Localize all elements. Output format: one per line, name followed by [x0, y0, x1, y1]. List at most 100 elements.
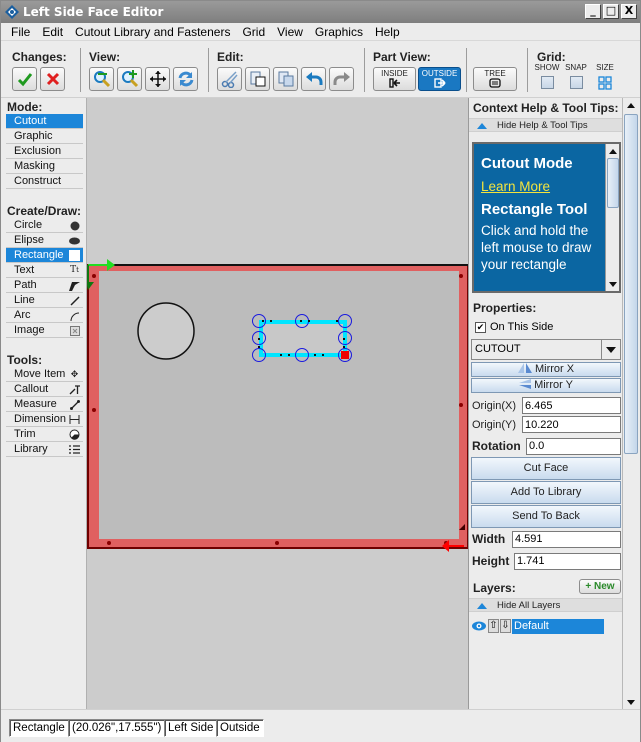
- new-layer-button[interactable]: + New: [579, 579, 621, 594]
- scroll-up-icon[interactable]: [623, 98, 639, 112]
- edit-label: Edit:: [217, 50, 244, 64]
- scroll-up-icon[interactable]: [606, 144, 619, 158]
- create-draw-title: Create/Draw:: [7, 204, 82, 218]
- draw-rectangle[interactable]: Rectangle: [6, 248, 83, 263]
- zoom-out-icon: [93, 71, 110, 88]
- add-to-library-button[interactable]: Add To Library: [471, 481, 621, 504]
- draw-image[interactable]: Image: [6, 323, 83, 338]
- draw-circle[interactable]: Circle: [6, 218, 83, 233]
- cutout-type-select[interactable]: CUTOUT: [471, 339, 621, 360]
- layer-up-button[interactable]: ⇧: [488, 619, 499, 633]
- enter-inside-icon: [388, 78, 400, 88]
- on-this-side-checkbox[interactable]: ✔: [475, 321, 486, 333]
- origin-x-input[interactable]: [522, 397, 621, 414]
- menu-edit[interactable]: Edit: [36, 23, 69, 40]
- tool-move-item[interactable]: Move Item ✥: [6, 367, 83, 382]
- layer-down-button[interactable]: ⇩: [500, 619, 511, 633]
- help-scrollbar[interactable]: [605, 144, 619, 291]
- draw-path[interactable]: Path: [6, 278, 83, 293]
- draw-arc[interactable]: Arc: [6, 308, 83, 323]
- minimize-button[interactable]: _: [585, 4, 601, 19]
- text-icon: Tt: [70, 265, 79, 275]
- draw-text[interactable]: Text Tt: [6, 263, 83, 278]
- tool-trim[interactable]: Trim: [6, 427, 83, 442]
- scroll-down-icon[interactable]: [623, 695, 639, 709]
- height-input[interactable]: [514, 552, 621, 570]
- menu-view[interactable]: View: [271, 23, 309, 40]
- help-tool-heading: Rectangle Tool: [481, 201, 588, 218]
- mode-masking[interactable]: Masking: [6, 159, 83, 174]
- mirror-x-button[interactable]: Mirror X: [471, 362, 621, 377]
- send-to-back-button[interactable]: Send To Back: [471, 505, 621, 528]
- outside-view-button[interactable]: OUTSIDE: [418, 67, 461, 91]
- collapse-triangle-icon: [477, 603, 487, 609]
- eye-visibility-icon[interactable]: [471, 620, 487, 632]
- menu-file[interactable]: File: [5, 23, 36, 40]
- copy-button[interactable]: [273, 67, 298, 91]
- rotation-input[interactable]: [526, 437, 621, 455]
- origin-y-input[interactable]: [522, 416, 621, 433]
- hide-help-toggle[interactable]: Hide Help & Tool Tips: [469, 118, 622, 132]
- zoom-out-button[interactable]: [89, 67, 114, 91]
- tool-dimension[interactable]: Dimension: [6, 412, 83, 427]
- hide-layers-toggle[interactable]: Hide All Layers: [469, 598, 622, 612]
- canvas-drawing[interactable]: [86, 98, 469, 709]
- layer-row[interactable]: ⇧ ⇩ Default: [471, 618, 604, 634]
- zoom-in-button[interactable]: [117, 67, 142, 91]
- cut-button[interactable]: [217, 67, 242, 91]
- on-this-side-label: On This Side: [490, 321, 554, 333]
- app-logo-icon: [5, 5, 19, 19]
- grid-group: Grid: SHOW SNAP SIZE: [534, 50, 618, 90]
- face-handle: [459, 403, 463, 407]
- draw-line[interactable]: Line: [6, 293, 83, 308]
- mode-exclusion[interactable]: Exclusion: [6, 144, 83, 159]
- tool-callout[interactable]: Callout: [6, 382, 83, 397]
- tree-group: TREE: [473, 67, 517, 91]
- menu-help[interactable]: Help: [369, 23, 406, 40]
- discard-changes-button[interactable]: [40, 67, 65, 91]
- menu-grid[interactable]: Grid: [236, 23, 271, 40]
- mode-construct[interactable]: Construct: [6, 174, 83, 189]
- right-panel-scroll-thumb[interactable]: [624, 114, 638, 454]
- redo-button[interactable]: [329, 67, 354, 91]
- layer-name[interactable]: Default: [512, 618, 604, 634]
- help-scroll-thumb[interactable]: [607, 158, 619, 208]
- mirror-y-button[interactable]: Mirror Y: [471, 378, 621, 393]
- undo-button[interactable]: [301, 67, 326, 91]
- pan-button[interactable]: [145, 67, 170, 91]
- measure-icon: [69, 399, 80, 410]
- ellipse-icon: [69, 235, 80, 246]
- draw-ellipse[interactable]: Elipse: [6, 233, 83, 248]
- tool-library[interactable]: Library: [6, 442, 83, 457]
- inside-view-button[interactable]: INSIDE: [373, 67, 416, 91]
- face-editor-window: Left Side Face Editor _ □ X File Edit Cu…: [0, 0, 641, 742]
- cut-face-button[interactable]: Cut Face: [471, 457, 621, 480]
- accept-changes-button[interactable]: [12, 67, 37, 91]
- menu-graphics[interactable]: Graphics: [309, 23, 369, 40]
- checkmark-icon: [17, 73, 32, 87]
- mode-cutout[interactable]: Cutout: [6, 114, 83, 129]
- paste-button[interactable]: [245, 67, 270, 91]
- tree-view-button[interactable]: TREE: [473, 67, 517, 91]
- menu-cutout-library[interactable]: Cutout Library and Fasteners: [69, 23, 236, 40]
- drawing-canvas[interactable]: [86, 98, 469, 709]
- move-icon: ✥: [70, 369, 79, 379]
- maximize-button[interactable]: □: [603, 4, 619, 19]
- grid-snap-checkbox[interactable]: [569, 76, 583, 89]
- grid-show-checkbox[interactable]: [540, 76, 554, 89]
- width-row: Width: [471, 529, 621, 549]
- grid-show-label: SHOW: [534, 63, 560, 72]
- grid-size-icon[interactable]: [598, 76, 612, 90]
- mode-graphic[interactable]: Graphic: [6, 129, 83, 144]
- width-label: Width: [472, 532, 506, 546]
- learn-more-link[interactable]: Learn More: [481, 176, 609, 198]
- status-side: Left Side: [164, 719, 218, 737]
- close-button[interactable]: X: [621, 4, 637, 19]
- right-panel-scrollbar[interactable]: [622, 98, 639, 709]
- tool-measure[interactable]: Measure: [6, 397, 83, 412]
- refresh-button[interactable]: [173, 67, 198, 91]
- origin-y-row: Origin(Y): [471, 415, 621, 434]
- chevron-down-icon: [601, 340, 620, 359]
- scroll-down-icon[interactable]: [606, 277, 619, 291]
- width-input[interactable]: [512, 530, 621, 548]
